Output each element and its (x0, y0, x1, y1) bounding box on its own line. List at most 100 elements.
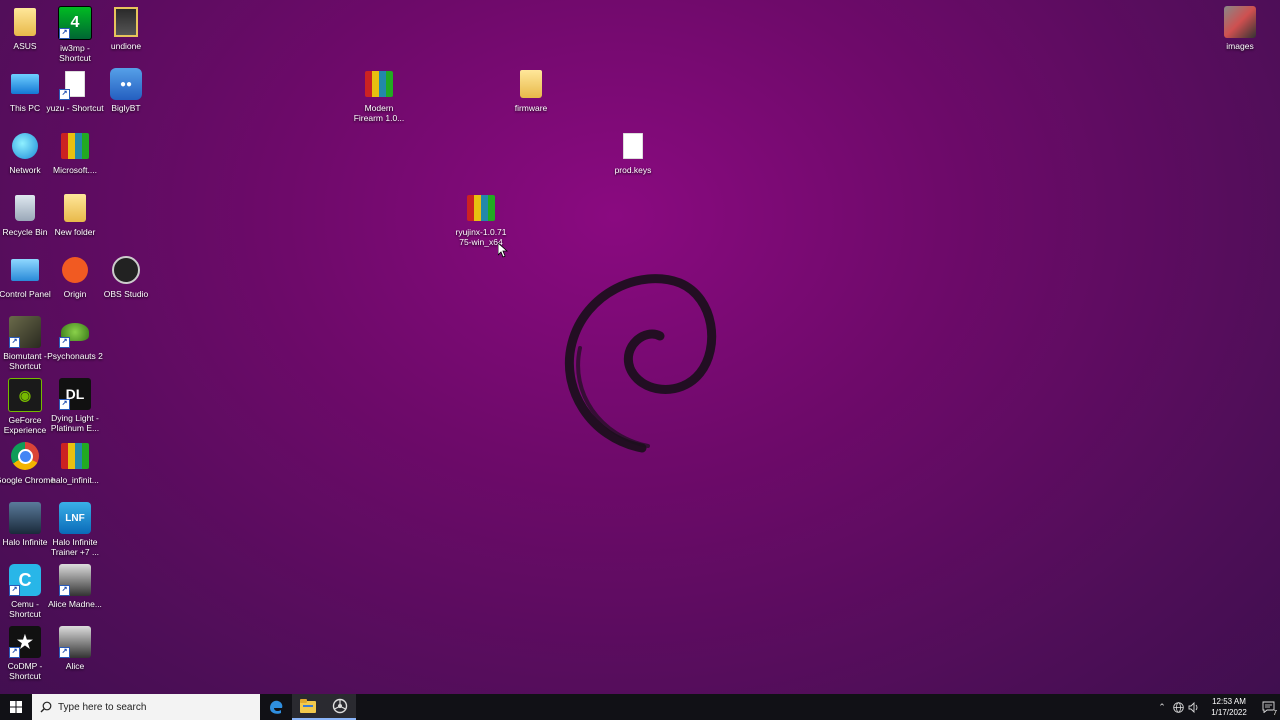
mouse-cursor-icon (498, 243, 508, 258)
shortcut-arrow-icon: ↗ (59, 585, 70, 596)
icon-label: halo_infinit... (51, 475, 99, 485)
biglybt-icon: ●● (110, 68, 142, 100)
recycle-bin-icon (15, 195, 35, 221)
shortcut-arrow-icon: ↗ (9, 585, 20, 596)
desktop-icon-geforce[interactable]: ◉ GeForce Experience (0, 378, 50, 435)
desktop-icon-images[interactable]: images (1215, 6, 1265, 51)
shortcut-arrow-icon: ↗ (9, 647, 20, 658)
debian-swirl-logo (564, 274, 717, 453)
taskbar-search-box[interactable]: Type here to search (32, 694, 260, 720)
winrar-archive-icon (365, 71, 393, 97)
clock-date: 1/17/2022 (1211, 708, 1247, 717)
desktop-icon-yuzu[interactable]: ↗ yuzu - Shortcut (46, 68, 104, 113)
desktop-icon-alice-madness[interactable]: ↗ Alice Madne... (48, 564, 102, 609)
obs-icon (112, 256, 140, 284)
origin-icon (62, 257, 88, 283)
codmp-icon: ★ ↗ (9, 626, 41, 658)
iw3mp-icon: 4 ↗ (58, 6, 92, 40)
file-explorer-icon (300, 699, 316, 713)
icon-label: Modern Firearm 1.0... (353, 103, 405, 123)
taskbar-clock[interactable]: 12:53 AM 1/17/2022 (1202, 696, 1256, 718)
volume-icon[interactable] (1186, 694, 1202, 720)
trainer-glyph: LNF (65, 512, 85, 524)
winrar-archive-icon (61, 443, 89, 469)
network-icon (12, 133, 38, 159)
image-thumbnail-icon (1224, 6, 1256, 38)
taskbar-file-explorer[interactable] (292, 694, 324, 720)
desktop-icon-alice[interactable]: ↗ Alice (50, 626, 100, 671)
taskbar-app[interactable] (324, 694, 356, 720)
desktop-icon-network[interactable]: Network (0, 130, 50, 175)
desktop-icon-biglybt[interactable]: ●● BiglyBT (101, 68, 151, 113)
icon-label: Alice (65, 661, 85, 671)
icon-label: Halo Infinite Trainer +7 ... (50, 537, 100, 557)
desktop-icon-cemu[interactable]: C ↗ Cemu - Shortcut (0, 564, 50, 619)
desktop-icon-halo-zip[interactable]: halo_infinit... (50, 440, 100, 485)
winrar-archive-icon (467, 195, 495, 221)
control-panel-icon (11, 259, 39, 281)
folder-icon (14, 8, 36, 36)
shortcut-arrow-icon: ↗ (59, 647, 70, 658)
taskbar: Type here to search ⌃ 12:53 AM 1/17/2022… (0, 694, 1280, 720)
alice-icon: ↗ (59, 564, 91, 596)
taskbar-edge[interactable] (260, 694, 292, 720)
desktop-icon-ryujinx[interactable]: ryujinx-1.0.71 75-win_x64 (455, 192, 507, 247)
icon-label: New folder (54, 227, 96, 237)
desktop-icon-microsoft[interactable]: Microsoft.... (50, 130, 100, 175)
icon-label: Alice Madne... (48, 599, 102, 609)
desktop-icon-chrome[interactable]: Google Chrome (0, 440, 55, 485)
trainer-icon: LNF (59, 502, 91, 534)
notification-count: 7 (1273, 710, 1277, 717)
edge-icon (270, 700, 283, 714)
desktop-icon-firmware[interactable]: firmware (506, 68, 556, 113)
document-icon (623, 133, 643, 159)
folder-icon (520, 70, 542, 98)
desktop-icon-psychonauts[interactable]: ↗ Psychonauts 2 (47, 316, 103, 361)
desktop[interactable]: ASUS This PC Network Recycle Bin Control… (0, 0, 1280, 694)
chrome-icon (11, 442, 39, 470)
start-button[interactable] (0, 694, 32, 720)
desktop-icon-new-folder[interactable]: New folder (50, 192, 100, 237)
desktop-icon-halo-trainer[interactable]: LNF Halo Infinite Trainer +7 ... (50, 502, 100, 557)
folder-icon (64, 194, 86, 222)
shortcut-arrow-icon: ↗ (59, 28, 70, 39)
desktop-icon-prod-keys[interactable]: prod.keys (608, 130, 658, 175)
icon-label: prod.keys (614, 165, 652, 175)
shortcut-arrow-icon: ↗ (9, 337, 20, 348)
desktop-icon-biomutant[interactable]: ↗ Biomutant - Shortcut (0, 316, 50, 371)
desktop-icon-this-pc[interactable]: This PC (0, 68, 50, 113)
desktop-icon-iw3mp[interactable]: 4 ↗ iw3mp - Shortcut (50, 6, 100, 63)
search-placeholder: Type here to search (58, 701, 147, 713)
alice-icon: ↗ (59, 626, 91, 658)
winrar-archive-icon (61, 133, 89, 159)
system-tray: ⌃ 12:53 AM 1/17/2022 7 (1154, 694, 1280, 720)
desktop-icon-obs[interactable]: OBS Studio (101, 254, 151, 299)
dying-light-icon: DL ↗ (59, 378, 91, 410)
search-icon (40, 701, 52, 713)
icon-label: images (1226, 41, 1254, 51)
desktop-icon-origin[interactable]: Origin (50, 254, 100, 299)
desktop-icon-undione[interactable]: undione (101, 6, 151, 51)
desktop-icon-control-panel[interactable]: Control Panel (0, 254, 51, 299)
halo-icon (9, 502, 41, 534)
shortcut-arrow-icon: ↗ (59, 89, 70, 100)
cemu-icon: C ↗ (9, 564, 41, 596)
clock-time: 12:53 AM (1212, 697, 1246, 706)
icon-label: firmware (514, 103, 548, 113)
chevron-up-icon[interactable]: ⌃ (1154, 694, 1170, 720)
cemu-glyph: C (18, 569, 32, 590)
app-icon (332, 698, 348, 714)
icon-label: Microsoft.... (53, 165, 97, 175)
desktop-icon-dying-light[interactable]: DL ↗ Dying Light - Platinum E... (50, 378, 100, 433)
desktop-icon-recycle-bin[interactable]: Recycle Bin (0, 192, 50, 237)
desktop-icon-halo-infinite[interactable]: Halo Infinite (0, 502, 50, 547)
icon-label: Dying Light - Platinum E... (50, 413, 100, 433)
desktop-icon-codmp[interactable]: ★ ↗ CoDMP - Shortcut (0, 626, 50, 681)
desktop-icon-modern-firearm[interactable]: Modern Firearm 1.0... (354, 68, 404, 123)
shortcut-arrow-icon: ↗ (59, 399, 70, 410)
icon-label: Psychonauts 2 (47, 351, 103, 361)
action-center-button[interactable]: 7 (1256, 694, 1280, 720)
iw3mp-glyph: 4 (70, 14, 80, 31)
desktop-icon-asus[interactable]: ASUS (0, 6, 50, 51)
globe-network-icon[interactable] (1170, 694, 1186, 720)
